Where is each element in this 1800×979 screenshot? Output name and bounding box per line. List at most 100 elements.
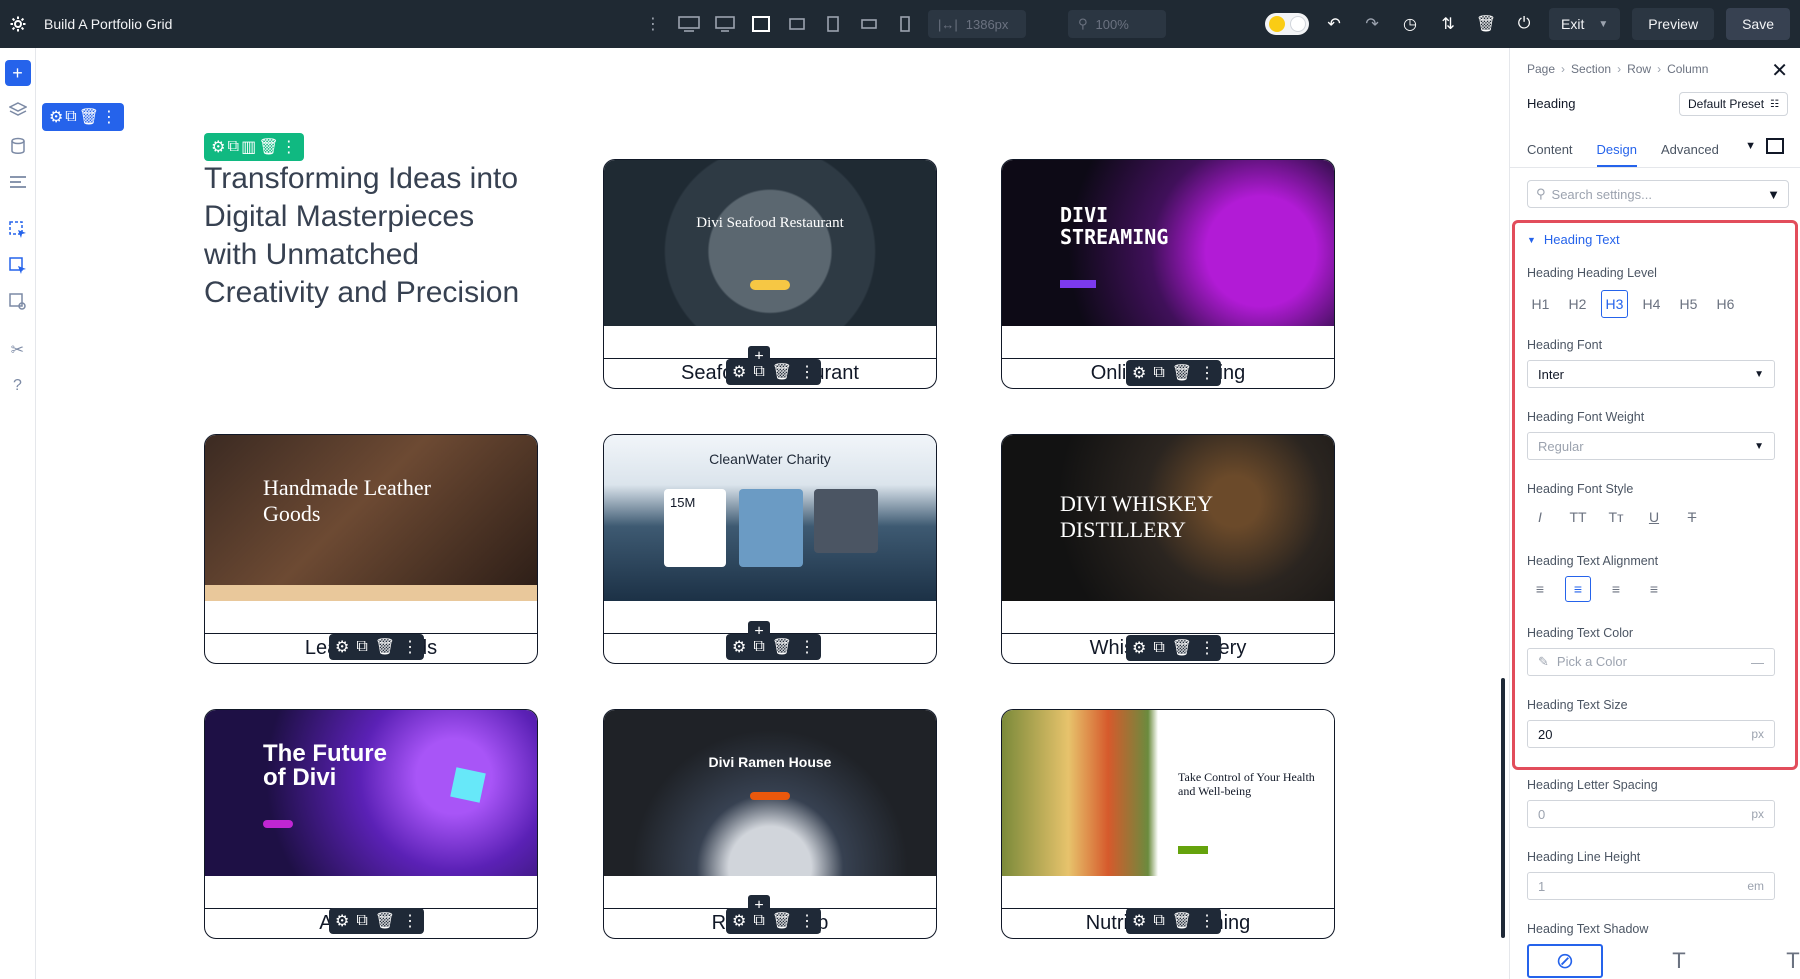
widescreen-view-icon[interactable] — [676, 11, 702, 37]
shadow-preset-1-icon[interactable]: T — [1641, 944, 1717, 978]
tools-icon[interactable]: ✂ — [6, 338, 30, 362]
module-duplicate-icon[interactable]: ⧉ — [228, 138, 239, 156]
section-settings-icon[interactable]: ⚙ — [49, 107, 63, 127]
italic-icon[interactable]: I — [1527, 504, 1553, 530]
heading-text-size-field[interactable]: 20 px — [1527, 720, 1775, 748]
preview-button[interactable]: Preview — [1632, 8, 1715, 40]
card-module-toolbar[interactable]: ⚙ ⧉ 🗑 ⋮ — [726, 359, 822, 385]
clear-color-icon[interactable]: — — [1751, 655, 1764, 670]
shadow-preset-2-icon[interactable]: T — [1755, 944, 1800, 978]
card-module-toolbar[interactable]: ⚙ ⧉ 🗑 ⋮ — [1126, 360, 1222, 386]
uppercase-icon[interactable]: TT — [1565, 504, 1591, 530]
history-icon[interactable]: ◷ — [1397, 11, 1423, 37]
section-more-icon[interactable]: ⋮ — [101, 107, 117, 127]
align-center-icon[interactable]: ≡ — [1565, 576, 1591, 602]
save-button[interactable]: Save — [1726, 8, 1790, 40]
card-module-toolbar[interactable]: ⚙ ⧉ 🗑 ⋮ — [329, 634, 425, 660]
settings-icon[interactable]: ⚙ — [1132, 911, 1146, 931]
settings-gear-icon[interactable] — [0, 0, 36, 48]
power-icon[interactable]: ⏻ — [1511, 11, 1537, 37]
underline-icon[interactable]: U — [1641, 504, 1667, 530]
breadcrumb-page[interactable]: Page — [1527, 62, 1555, 76]
no-shadow-icon[interactable]: ⊘ — [1527, 944, 1603, 978]
zoom-field[interactable]: ⚲ 100% — [1068, 10, 1166, 38]
tab-design[interactable]: Design — [1596, 142, 1638, 167]
more-icon[interactable]: ⋮ — [1199, 363, 1215, 383]
tab-content[interactable]: Content — [1527, 142, 1573, 167]
module-more-icon[interactable]: ⋮ — [281, 137, 297, 157]
unit-label[interactable]: px — [1751, 807, 1764, 821]
more-icon[interactable]: ⋮ — [799, 911, 815, 931]
tab-advanced[interactable]: Advanced — [1661, 142, 1719, 167]
card-module-toolbar[interactable]: ⚙ ⧉ 🗑 ⋮ — [1126, 908, 1222, 934]
more-icon[interactable]: ⋮ — [799, 362, 815, 382]
sort-arrows-icon[interactable]: ⇅ — [1435, 11, 1461, 37]
more-icon[interactable]: ⋮ — [402, 637, 418, 657]
theme-toggle[interactable] — [1265, 13, 1310, 35]
card-module-toolbar[interactable]: ⚙ ⧉ 🗑 ⋮ — [726, 634, 822, 660]
search-input[interactable]: Search settings... — [1552, 187, 1652, 202]
exit-button[interactable]: Exit ▼ — [1549, 8, 1621, 40]
more-icon[interactable]: ⋮ — [1199, 638, 1215, 658]
duplicate-icon[interactable]: ⧉ — [753, 912, 764, 930]
capitalize-icon[interactable]: Tт — [1603, 504, 1629, 530]
close-icon[interactable]: ✕ — [1771, 58, 1788, 83]
heading-font-weight-select[interactable]: Regular ▼ — [1527, 432, 1775, 460]
portfolio-card-ramen[interactable]: Divi Ramen House Ramen Shop — [603, 709, 937, 939]
heading-letter-spacing-field[interactable]: 0 px — [1527, 800, 1775, 828]
portfolio-card-charity[interactable]: CleanWater Charity 15M Nonprofit — [603, 434, 937, 664]
tablet-landscape-view-icon[interactable] — [784, 11, 810, 37]
portfolio-card-whiskey[interactable]: DIVI WHISKEY DISTILLERY Whiskey Distille… — [1001, 434, 1335, 664]
phone-view-icon[interactable] — [892, 11, 918, 37]
card-module-toolbar[interactable]: ⚙ ⧉ 🗑 ⋮ — [329, 908, 425, 934]
module-settings-icon[interactable]: ⚙ — [211, 137, 225, 157]
trash-icon[interactable]: 🗑 — [1473, 11, 1499, 37]
portfolio-card-future[interactable]: The Future of Divi AI Software — [204, 709, 538, 939]
layers-icon[interactable] — [6, 98, 30, 122]
heading-level-h3[interactable]: H3 — [1601, 290, 1628, 318]
builder-canvas[interactable]: ⚙ ⧉ 🗑 ⋮ ⚙ ⧉ ▥ 🗑 ⋮ Transforming Ideas int… — [37, 48, 1509, 979]
portfolio-card-seafood[interactable]: Divi Seafood Restaurant Seafood Restaura… — [603, 159, 937, 389]
breadcrumb-column[interactable]: Column — [1667, 62, 1708, 76]
settings-search[interactable]: ⚲ Search settings... ▼ — [1527, 180, 1789, 208]
delete-icon[interactable]: 🗑 — [375, 911, 395, 931]
heading-level-h2[interactable]: H2 — [1564, 290, 1591, 318]
more-icon[interactable]: ⋮ — [1199, 911, 1215, 931]
delete-icon[interactable]: 🗑 — [772, 911, 792, 931]
heading-text-group-toggle[interactable]: ▼ Heading Text — [1527, 232, 1620, 247]
delete-icon[interactable]: 🗑 — [772, 637, 792, 657]
tablet-view-icon[interactable] — [820, 11, 846, 37]
delete-icon[interactable]: 🗑 — [772, 362, 792, 382]
desktop-view-icon[interactable] — [712, 11, 738, 37]
duplicate-icon[interactable]: ⧉ — [1153, 364, 1164, 382]
help-icon[interactable]: ? — [6, 374, 30, 398]
settings-icon[interactable]: ⚙ — [335, 911, 349, 931]
heading-level-h4[interactable]: H4 — [1638, 290, 1665, 318]
settings-icon[interactable]: ⚙ — [1132, 363, 1146, 383]
delete-icon[interactable]: 🗑 — [1172, 638, 1192, 658]
delete-icon[interactable]: 🗑 — [1172, 911, 1192, 931]
delete-icon[interactable]: 🗑 — [1172, 363, 1192, 383]
preset-select[interactable]: Default Preset ☷ — [1678, 92, 1788, 116]
settings-icon[interactable]: ⚙ — [732, 362, 746, 382]
section-delete-icon[interactable]: 🗑 — [79, 107, 99, 127]
heading-level-h1[interactable]: H1 — [1527, 290, 1554, 318]
phone-landscape-view-icon[interactable] — [856, 11, 882, 37]
layout-icon[interactable] — [6, 170, 30, 194]
section-duplicate-icon[interactable]: ⧉ — [65, 108, 76, 126]
settings-icon[interactable]: ⚙ — [732, 637, 746, 657]
delete-icon[interactable]: 🗑 — [375, 637, 395, 657]
redo-icon[interactable]: ↷ — [1359, 11, 1385, 37]
breadcrumb-row[interactable]: Row — [1627, 62, 1651, 76]
canvas-scrollbar[interactable] — [1501, 678, 1505, 938]
duplicate-icon[interactable]: ⧉ — [1153, 639, 1164, 657]
card-module-toolbar[interactable]: ⚙ ⧉ 🗑 ⋮ — [726, 908, 822, 934]
chevron-down-icon[interactable]: ▼ — [1598, 19, 1608, 30]
portfolio-card-leather[interactable]: Handmade Leather Goods Leather Goods — [204, 434, 538, 664]
heading-line-height-field[interactable]: 1 em — [1527, 872, 1775, 900]
heading-font-select[interactable]: Inter ▼ — [1527, 360, 1775, 388]
laptop-view-icon[interactable] — [748, 11, 774, 37]
settings-icon[interactable]: ⚙ — [732, 911, 746, 931]
duplicate-icon[interactable]: ⧉ — [1153, 912, 1164, 930]
more-icon[interactable]: ⋮ — [799, 637, 815, 657]
